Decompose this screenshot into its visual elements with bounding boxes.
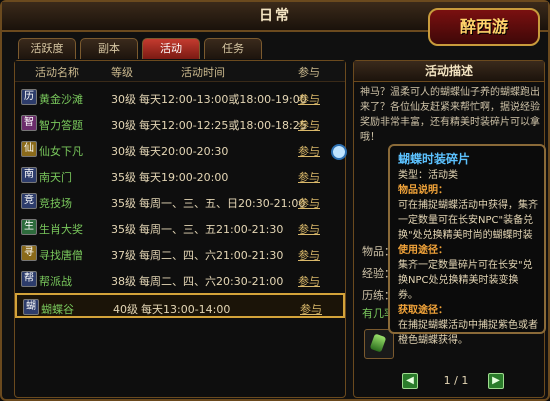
activity-level: 40级 — [113, 303, 138, 316]
prev-page-button[interactable]: ◀ — [402, 373, 418, 389]
activity-time: 每天20:00-20:30 — [139, 145, 229, 158]
activity-level: 38级 — [111, 275, 136, 288]
activity-level: 30级 — [111, 93, 136, 106]
tooltip-use-desc: 集齐一定数量碎片可在长安"兑换NPC处兑换精美时装变换券。 — [398, 260, 533, 301]
header-name: 活动名称 — [35, 66, 79, 79]
tooltip-type: 类型：活动类 — [398, 170, 458, 181]
gem-icon — [369, 333, 387, 353]
activity-name: 生肖大奖 — [39, 223, 83, 236]
activity-name: 南天门 — [39, 171, 72, 184]
tooltip-item-label: 物品说明： — [398, 185, 448, 196]
activity-name: 仙女下凡 — [39, 145, 83, 158]
tooltip-title: 蝴蝶时装碎片 — [398, 152, 471, 166]
header-join: 参与 — [298, 66, 320, 79]
activity-time: 每周一、三、五21:00-21:30 — [139, 223, 284, 236]
activity-time: 每周二、四、六20:30-21:00 — [139, 275, 284, 288]
activity-level: 30级 — [111, 145, 136, 158]
eye-icon[interactable] — [331, 144, 347, 160]
activity-name: 蝴蝶谷 — [41, 303, 74, 316]
activity-name: 智力答题 — [39, 119, 83, 132]
join-link[interactable]: 参与 — [298, 273, 320, 289]
activity-time: 每天19:00-20:00 — [139, 171, 229, 184]
page-number: 1 / 1 — [443, 374, 469, 387]
tab-dungeon[interactable]: 副本 — [80, 38, 138, 59]
table-row[interactable]: 仙 仙女下凡 30级 每天20:00-20:30 参与 — [15, 137, 347, 162]
activity-icon: 竞 — [21, 193, 37, 209]
join-link[interactable]: 参与 — [298, 195, 320, 211]
activity-level: 30级 — [111, 119, 136, 132]
activity-time: 每周一、三、五、日20:30-21:00 — [139, 197, 306, 210]
activity-list-panel: 活动名称 等级 活动时间 参与 历 黄金沙滩 30级 每天12:00-13:00… — [14, 60, 347, 398]
table-row[interactable]: 帮 帮派战 38级 每周二、四、六20:30-21:00 参与 — [15, 267, 345, 292]
header-level: 等级 — [111, 66, 133, 79]
join-link[interactable]: 参与 — [300, 301, 322, 317]
header-time: 活动时间 — [181, 66, 225, 79]
activity-name: 帮派战 — [39, 275, 72, 288]
activity-level: 35级 — [111, 171, 136, 184]
activity-icon: 智 — [21, 115, 37, 131]
activity-icon: 历 — [21, 89, 37, 105]
activity-level: 35级 — [111, 223, 136, 236]
tab-events[interactable]: 活动 — [142, 38, 200, 59]
table-row[interactable]: 竞 竞技场 35级 每周一、三、五、日20:30-21:00 参与 — [15, 189, 345, 214]
next-page-button[interactable]: ▶ — [488, 373, 504, 389]
activity-name: 寻找唐僧 — [39, 249, 83, 262]
description-text: 神马？温柔可人的蝴蝶仙子养的蝴蝶跑出来了？各位仙友赶紧来帮忙啊，据说经验奖励非常… — [360, 87, 540, 143]
join-link[interactable]: 参与 — [298, 143, 320, 159]
join-link[interactable]: 参与 — [298, 221, 320, 237]
activity-level: 37级 — [111, 249, 136, 262]
join-link[interactable]: 参与 — [298, 117, 320, 133]
tooltip-use-label: 使用途径： — [398, 245, 448, 256]
tooltip-item-desc: 可在捕捉蝴蝶活动中获得，集齐一定数量可在长安NPC"装备兑换"处兑换精美时尚的蝴… — [398, 200, 538, 241]
tab-bar: 活跃度 副本 活动 任务 — [18, 38, 262, 60]
tooltip-body: 类型：活动类 物品说明： 可在捕捉蝴蝶活动中获得，集齐一定数量可在长安NPC"装… — [398, 168, 538, 348]
activity-time: 每天12:00-12:25或18:00-18:25 — [139, 119, 307, 132]
item-tooltip: 蝴蝶时装碎片 类型：活动类 物品说明： 可在捕捉蝴蝶活动中获得，集齐一定数量可在… — [388, 144, 546, 346]
activity-icon: 生 — [21, 219, 37, 235]
table-row[interactable]: 历 黄金沙滩 30级 每天12:00-13:00或18:00-19:00 参与 — [15, 85, 345, 110]
tooltip-get-label: 获取途径： — [398, 305, 448, 316]
game-logo: 醉西游 — [428, 8, 540, 46]
tab-quests[interactable]: 任务 — [204, 38, 262, 59]
activity-icon: 仙 — [21, 141, 37, 157]
join-link[interactable]: 参与 — [298, 247, 320, 263]
pager: ◀ 1 / 1 ▶ — [402, 373, 504, 389]
activity-icon: 寻 — [21, 245, 37, 261]
join-link[interactable]: 参与 — [298, 169, 320, 185]
table-row[interactable]: 寻 寻找唐僧 37级 每周二、四、六21:00-21:30 参与 — [15, 241, 345, 266]
table-row-selected[interactable]: 蝴 蝴蝶谷 40级 每天13:00-14:00 参与 — [15, 293, 345, 318]
activity-icon: 南 — [21, 167, 37, 183]
activity-icon: 帮 — [21, 271, 37, 287]
activity-time: 每周二、四、六21:00-21:30 — [139, 249, 284, 262]
tooltip-get-desc: 在捕捉蝴蝶活动中捕捉紫色或者橙色蝴蝶获得。 — [398, 320, 538, 346]
description-title: 活动描述 — [354, 61, 544, 82]
tab-activity-points[interactable]: 活跃度 — [18, 38, 76, 59]
activity-time: 每天13:00-14:00 — [141, 303, 231, 316]
reward-item-slot[interactable] — [364, 329, 394, 359]
table-row[interactable]: 生 生肖大奖 35级 每周一、三、五21:00-21:30 参与 — [15, 215, 345, 240]
activity-name: 黄金沙滩 — [39, 93, 83, 106]
table-row[interactable]: 南 南天门 35级 每天19:00-20:00 参与 — [15, 163, 345, 188]
table-header: 活动名称 等级 活动时间 参与 — [15, 61, 345, 82]
activity-time: 每天12:00-13:00或18:00-19:00 — [139, 93, 307, 106]
table-row[interactable]: 智 智力答题 30级 每天12:00-12:25或18:00-18:25 参与 — [15, 111, 345, 136]
activity-icon: 蝴 — [23, 299, 39, 315]
join-link[interactable]: 参与 — [298, 91, 320, 107]
activity-level: 35级 — [111, 197, 136, 210]
activity-name: 竞技场 — [39, 197, 72, 210]
daily-window: 日常 醉西游 活跃度 副本 活动 任务 活动名称 等级 活动时间 参与 历 黄金… — [0, 0, 550, 401]
